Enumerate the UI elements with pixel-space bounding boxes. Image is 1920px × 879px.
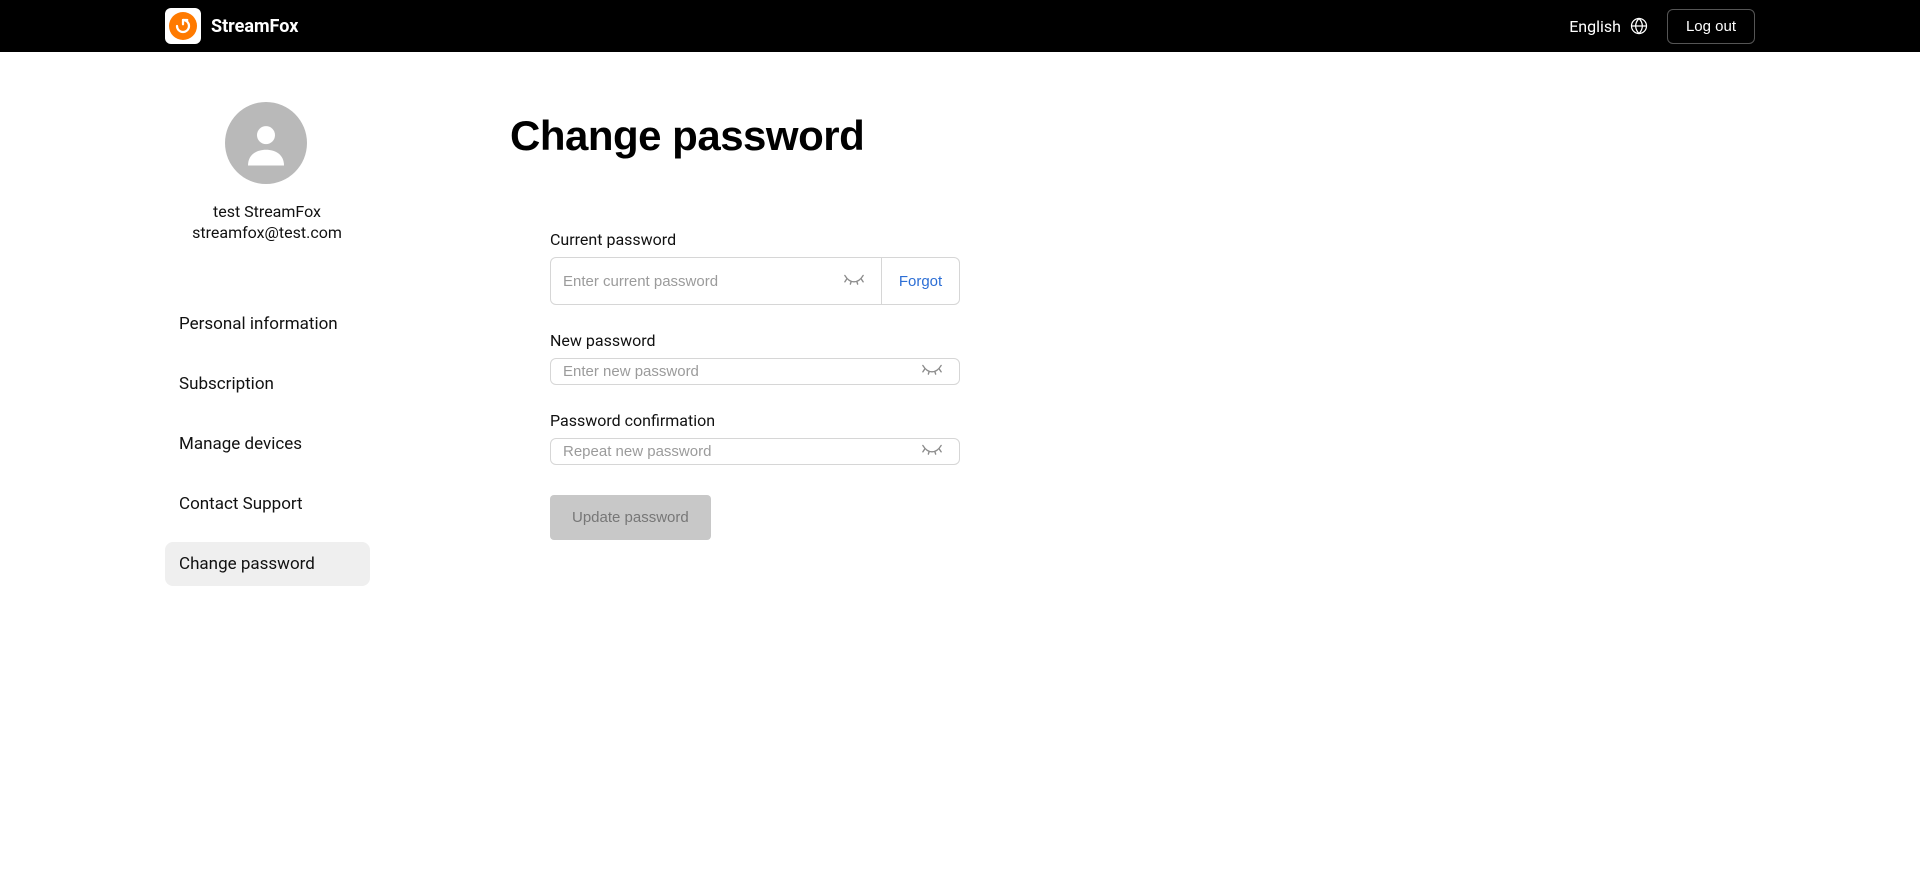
current-password-label: Current password bbox=[550, 230, 960, 249]
language-label: English bbox=[1569, 17, 1621, 36]
new-password-label: New password bbox=[550, 331, 960, 350]
user-block: test StreamFox streamfox@test.com bbox=[165, 202, 369, 242]
new-password-input[interactable] bbox=[563, 363, 917, 380]
topbar-right: English Log out bbox=[1569, 9, 1755, 44]
page-title: Change password bbox=[510, 112, 1560, 160]
avatar-icon bbox=[239, 116, 293, 170]
main: Change password Current password Fo bbox=[510, 52, 1560, 586]
confirm-password-input-wrap bbox=[550, 438, 960, 465]
nav-subscription[interactable]: Subscription bbox=[165, 362, 370, 406]
avatar bbox=[225, 102, 307, 184]
current-password-input[interactable] bbox=[563, 273, 839, 290]
eye-closed-icon bbox=[843, 273, 865, 287]
toggle-new-password-visibility[interactable] bbox=[917, 359, 947, 384]
brand-name: StreamFox bbox=[211, 16, 298, 37]
toggle-confirm-password-visibility[interactable] bbox=[917, 439, 947, 464]
sidebar-nav: Personal information Subscription Manage… bbox=[165, 302, 510, 586]
nav-change-password[interactable]: Change password bbox=[165, 542, 370, 586]
brand-logo bbox=[165, 8, 201, 44]
user-email: streamfox@test.com bbox=[165, 223, 369, 242]
brand[interactable]: StreamFox bbox=[165, 8, 298, 44]
new-password-input-wrap bbox=[550, 358, 960, 385]
topbar: StreamFox English Log out bbox=[0, 0, 1920, 52]
nav-contact-support[interactable]: Contact Support bbox=[165, 482, 370, 526]
toggle-current-password-visibility[interactable] bbox=[839, 269, 869, 294]
globe-icon bbox=[1629, 16, 1649, 36]
brand-logo-icon bbox=[169, 12, 197, 40]
confirm-password-input[interactable] bbox=[563, 443, 917, 460]
change-password-form: Current password Forgot bbox=[550, 230, 960, 540]
nav-manage-devices[interactable]: Manage devices bbox=[165, 422, 370, 466]
sidebar: test StreamFox streamfox@test.com Person… bbox=[165, 52, 510, 586]
confirm-password-group: Password confirmation bbox=[550, 411, 960, 465]
update-password-button[interactable]: Update password bbox=[550, 495, 711, 540]
eye-closed-icon bbox=[921, 363, 943, 377]
language-selector[interactable]: English bbox=[1569, 16, 1649, 36]
nav-personal-information[interactable]: Personal information bbox=[165, 302, 370, 346]
forgot-password-button[interactable]: Forgot bbox=[882, 257, 960, 305]
confirm-password-label: Password confirmation bbox=[550, 411, 960, 430]
current-password-group: Current password Forgot bbox=[550, 230, 960, 305]
current-password-input-wrap bbox=[550, 257, 882, 305]
new-password-group: New password bbox=[550, 331, 960, 385]
user-name: test StreamFox bbox=[165, 202, 369, 221]
container: test StreamFox streamfox@test.com Person… bbox=[0, 52, 1560, 586]
eye-closed-icon bbox=[921, 443, 943, 457]
logout-button[interactable]: Log out bbox=[1667, 9, 1755, 44]
